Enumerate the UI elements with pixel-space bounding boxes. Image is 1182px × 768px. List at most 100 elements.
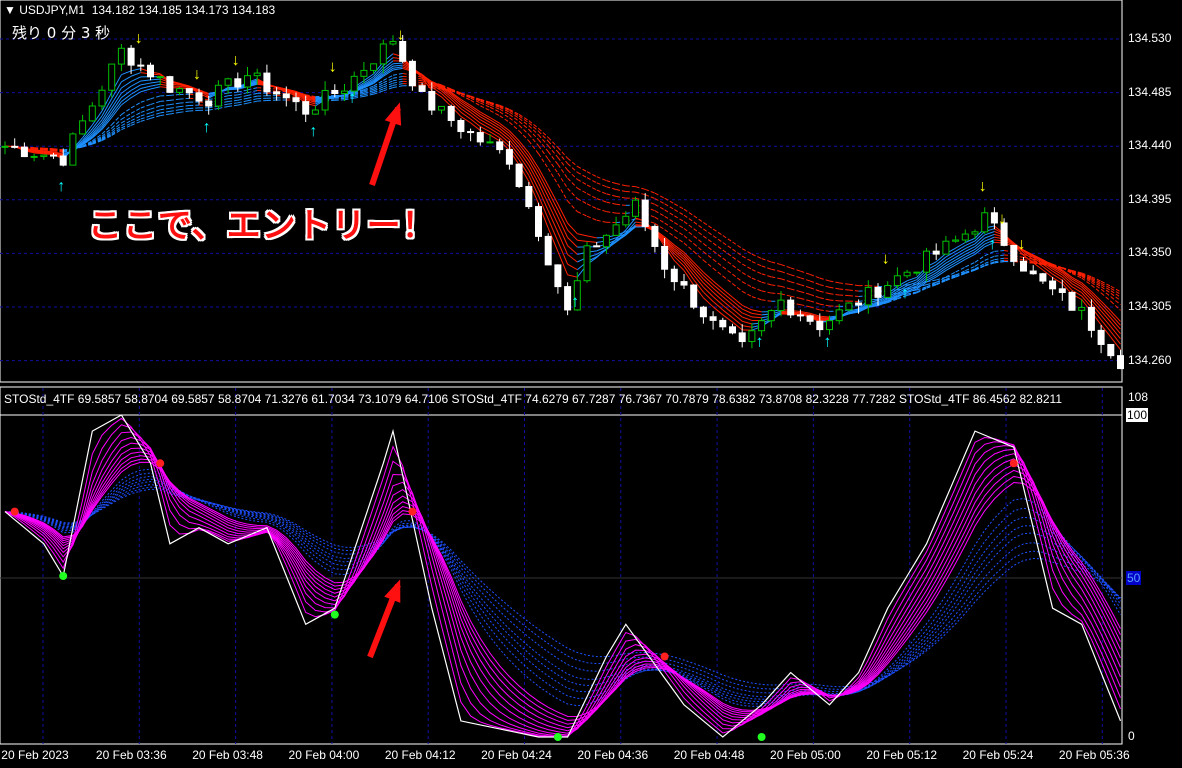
fast-ma-line [712, 287, 724, 298]
fast-ma-line [751, 312, 762, 316]
slow-ma-line [732, 264, 743, 273]
slow-ma-line [780, 293, 791, 297]
slow-ma-line [693, 228, 704, 237]
candle-body [816, 320, 824, 331]
slow-ma-line [848, 289, 859, 292]
indicator-100-label: 100 [1126, 408, 1149, 422]
fast-ma-line [392, 62, 403, 65]
stoch-fan-line [4, 424, 1121, 738]
slow-ma-line [586, 215, 597, 221]
symbol-header[interactable]: ▼ USDJPY,M1 134.182 134.185 134.173 134.… [4, 3, 275, 17]
candle-body [11, 145, 19, 148]
time-label: 20 Feb 04:12 [384, 748, 456, 762]
collapse-triangle-icon[interactable]: ▼ [4, 3, 16, 17]
time-label: 20 Feb 03:48 [192, 748, 263, 762]
slow-ma-line [703, 228, 714, 237]
slow-ma-line [392, 80, 403, 84]
candle-body [1039, 273, 1047, 282]
candle-body [418, 85, 426, 92]
slow-ma-line [596, 189, 607, 195]
slow-ma-line [848, 295, 859, 297]
stoch-buy-dot [757, 733, 766, 741]
slow-ma-line [819, 290, 830, 295]
candle-body [117, 47, 125, 65]
candle-body [360, 69, 368, 77]
slow-ma-line [247, 87, 258, 91]
candle-body [612, 224, 620, 236]
slow-ma-line [528, 129, 539, 140]
slow-ma-line [567, 169, 578, 180]
fast-ma-line [945, 253, 956, 261]
slow-ma-line [645, 188, 656, 194]
slow-ma-line [334, 97, 345, 100]
fast-ma-line [819, 315, 830, 318]
candle-body [127, 47, 135, 66]
fast-ma-line [121, 75, 132, 83]
fast-ma-line [150, 83, 161, 87]
fast-ma-line [955, 251, 966, 258]
stoch-buy-dot [330, 610, 339, 619]
slow-ma-line [237, 100, 248, 104]
slow-ma-line [800, 291, 811, 295]
slow-ma-line [732, 273, 743, 283]
slow-ma-line [160, 110, 170, 114]
slow-ma-line [169, 94, 180, 96]
time-label: 20 Feb 05:24 [962, 748, 1034, 762]
slow-ma-line [160, 113, 170, 117]
slow-ma-line [703, 235, 714, 244]
slow-ma-line [247, 95, 258, 99]
candle-body [758, 320, 766, 332]
slow-ma-line [994, 257, 1005, 261]
slow-ma-line [237, 102, 248, 106]
slow-ma-line [664, 222, 675, 230]
slow-ma-line [819, 297, 830, 301]
stoch-slow-line [4, 486, 1121, 690]
indicator-max-label: 108 [1128, 390, 1149, 404]
fast-ma-line [489, 134, 500, 142]
fast-ma-line [150, 86, 161, 90]
slow-ma-line [674, 229, 685, 237]
fast-ma-line [751, 309, 762, 313]
candle-body [108, 63, 116, 91]
slow-ma-line [664, 229, 675, 237]
slow-ma-line [538, 145, 549, 160]
slow-ma-line [654, 216, 665, 224]
candle-body [1049, 280, 1057, 290]
slow-ma-line [150, 105, 161, 110]
candle-body [311, 109, 319, 115]
fast-ma-line [470, 122, 481, 131]
slow-ma-line [751, 269, 762, 275]
fast-ma-line [228, 88, 238, 91]
time-label: 20 Feb 03:36 [95, 748, 167, 762]
slow-ma-line [693, 221, 704, 230]
slow-ma-line [557, 157, 568, 171]
buy-arrow-icon: ↑ [571, 294, 579, 311]
slow-ma-line [596, 198, 607, 203]
slow-ma-line [732, 241, 743, 250]
slow-ma-line [169, 111, 180, 115]
slow-ma-line [741, 281, 753, 288]
slow-ma-line [790, 267, 801, 272]
fast-ma-line [130, 76, 142, 82]
candle-body [20, 146, 28, 158]
candle-body [1020, 260, 1027, 272]
candle-body [30, 155, 38, 158]
slow-ma-line [819, 284, 830, 288]
slow-ma-line [683, 221, 694, 230]
fast-ma-line [140, 85, 151, 89]
buy-arrow-icon: ↑ [309, 123, 317, 140]
slow-ma-line [160, 104, 170, 107]
chart-canvas[interactable]: ↓↓↓ ↓↓↓↓↓↓↑↑ ↑↑↑↑ ↑↑↑ [0, 0, 1182, 768]
slow-ma-line [809, 280, 820, 286]
fast-ma-line [460, 108, 471, 116]
fast-ma-line [586, 235, 597, 239]
stoch-sell-dot [408, 507, 417, 516]
candle-body [699, 306, 707, 318]
slow-ma-line [140, 98, 151, 103]
slow-ma-line [839, 294, 849, 297]
price-label: 134.485 [1128, 84, 1172, 99]
slow-ma-line [654, 198, 665, 205]
buy-arrow-icon: ↑ [988, 236, 996, 253]
slow-ma-line [674, 222, 685, 229]
fast-ma-line [121, 97, 132, 106]
